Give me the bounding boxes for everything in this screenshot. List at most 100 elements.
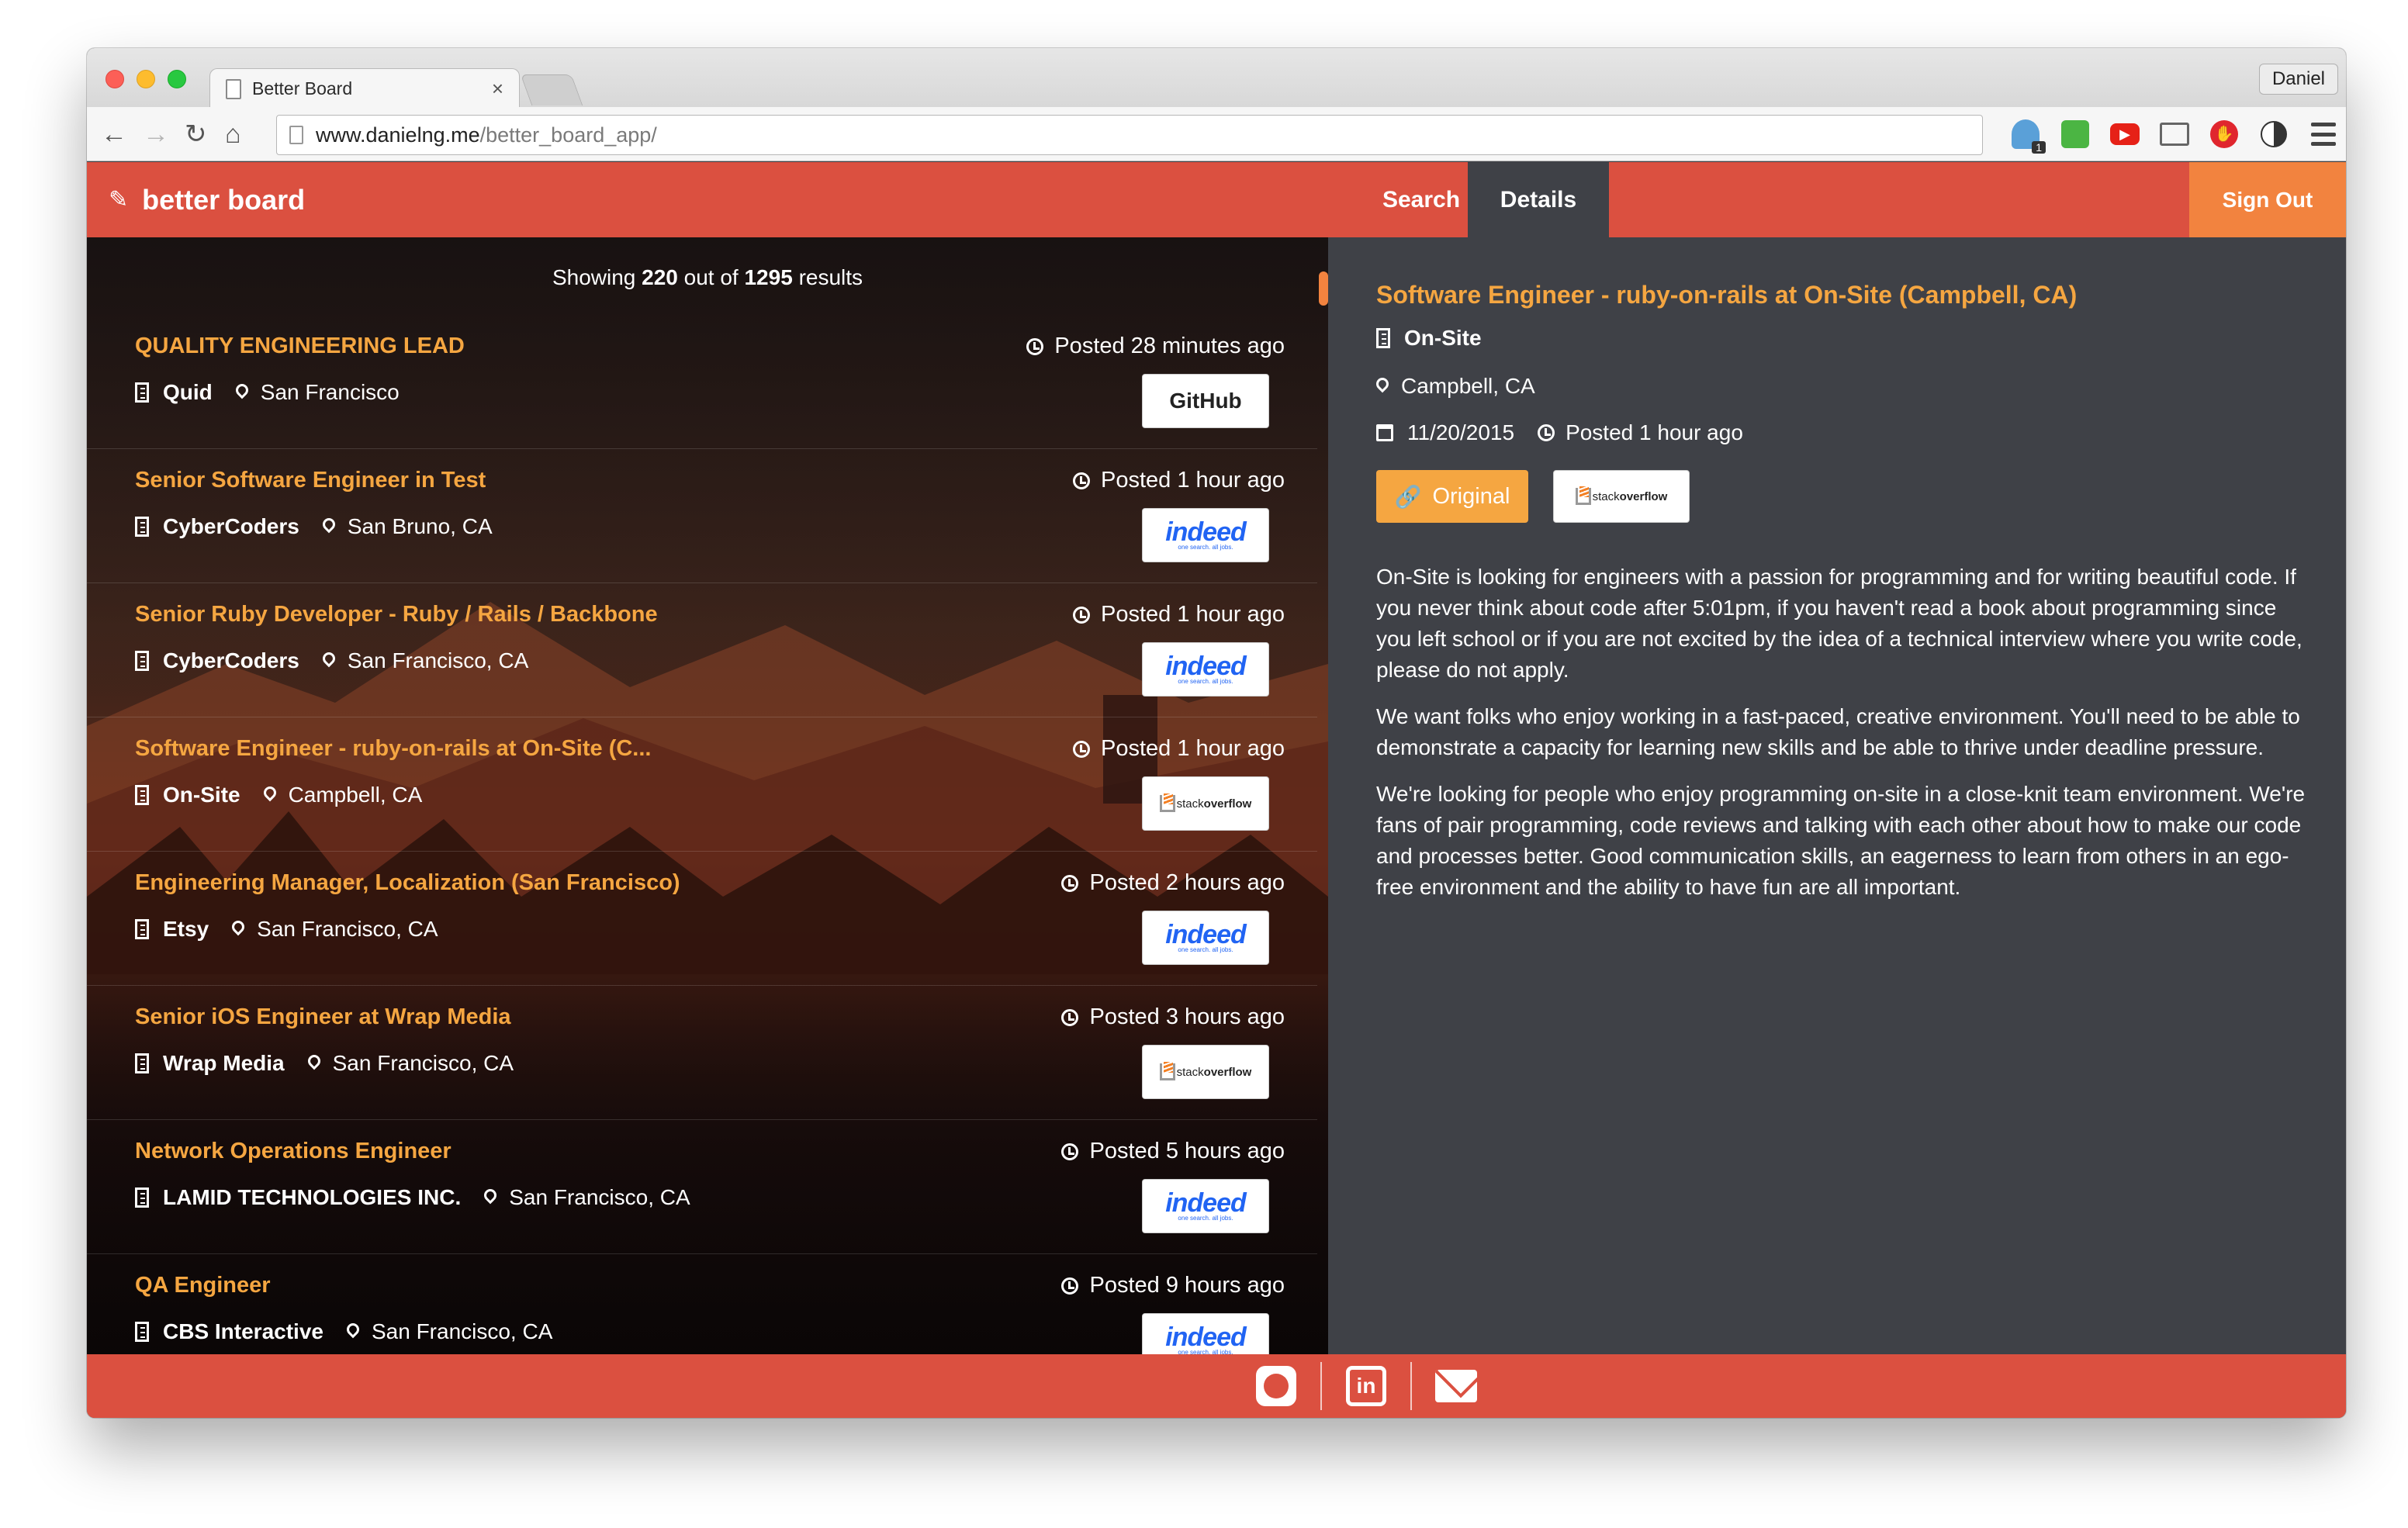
github-icon[interactable] [1255, 1365, 1297, 1407]
home-icon[interactable]: ⌂ [225, 116, 241, 152]
so-wordmark-bold: overflow [1619, 489, 1668, 503]
email-icon[interactable] [1435, 1365, 1477, 1407]
indeed-logo: indeed [1165, 1322, 1247, 1352]
indeed-tagline: one search. all jobs. [1178, 1214, 1233, 1222]
map-pin-icon [344, 1320, 362, 1339]
job-list-item[interactable]: Network Operations Engineer Posted 5 hou… [87, 1120, 1317, 1254]
job-title[interactable]: Engineering Manager, Localization (San F… [135, 870, 680, 896]
address-bar[interactable]: www.danielng.me/better_board_app/ [276, 115, 1983, 155]
job-title[interactable]: Senior Ruby Developer - Ruby / Rails / B… [135, 602, 658, 627]
detail-location: Campbell, CA [1401, 374, 1535, 398]
source-badge-indeed[interactable]: indeed one search. all jobs. [1142, 1313, 1269, 1354]
job-title[interactable]: QA Engineer [135, 1273, 271, 1298]
source-badge-indeed[interactable]: indeed one search. all jobs. [1142, 1179, 1269, 1233]
reload-icon[interactable]: ↻ [185, 116, 207, 152]
tab-title: Better Board [252, 78, 353, 99]
stackoverflow-logo: stack overflow [1575, 486, 1668, 505]
hamburger-menu-icon[interactable] [2306, 116, 2341, 152]
posted-text: Posted 9 hours ago [1089, 1273, 1285, 1298]
print-extension-icon[interactable] [2057, 116, 2093, 152]
github-logo: GitHub [1169, 389, 1242, 413]
clock-icon [1072, 740, 1090, 758]
back-arrow-icon[interactable]: ← [101, 116, 127, 152]
job-posted: Posted 9 hours ago [1061, 1273, 1285, 1298]
indeed-tagline: one search. all jobs. [1178, 945, 1233, 953]
source-badge-indeed[interactable]: indeed one search. all jobs. [1142, 642, 1269, 697]
company-name: LAMID TECHNOLOGIES INC. [163, 1185, 462, 1209]
results-suffix: results [798, 265, 863, 289]
new-tab-button[interactable] [520, 74, 583, 105]
close-tab-icon[interactable]: × [492, 77, 503, 101]
building-icon [1376, 328, 1390, 348]
building-icon [135, 785, 149, 805]
tab-strip: Better Board × Daniel [87, 48, 2346, 109]
extension-icons: 1 ▶ ✋ [2008, 116, 2341, 154]
posted-text: Posted 28 minutes ago [1054, 334, 1285, 358]
detail-company-row: On-Site [1376, 326, 1482, 351]
sign-out-button[interactable]: Sign Out [2189, 162, 2346, 237]
building-icon [135, 1322, 149, 1342]
job-list-item[interactable]: Software Engineer - ruby-on-rails at On-… [87, 717, 1317, 852]
company-name: Etsy [163, 917, 209, 941]
results-middle: out of [683, 265, 739, 289]
clock-icon [1072, 606, 1090, 624]
job-posted: Posted 3 hours ago [1061, 1004, 1285, 1030]
brand[interactable]: ✎ better board [109, 162, 305, 237]
profile-button[interactable]: Daniel [2258, 64, 2338, 95]
job-location: San Francisco, CA [347, 648, 529, 672]
results-summary: Showing 220 out of 1295 results [87, 265, 1328, 290]
job-title[interactable]: QUALITY ENGINEERING LEAD [135, 334, 465, 359]
job-location: San Francisco, CA [257, 917, 438, 941]
zoom-window-button[interactable] [168, 70, 186, 88]
job-title[interactable]: Network Operations Engineer [135, 1139, 452, 1164]
source-badge-github[interactable]: GitHub [1142, 374, 1269, 428]
job-list-item[interactable]: QUALITY ENGINEERING LEAD Posted 28 minut… [87, 315, 1317, 449]
dark-mode-extension-icon[interactable] [2256, 116, 2292, 152]
source-badge-indeed[interactable]: indeed one search. all jobs. [1142, 508, 1269, 562]
so-wordmark-bold: overflow [1203, 797, 1252, 811]
company-name: Quid [163, 380, 213, 404]
job-location: Campbell, CA [288, 783, 423, 807]
job-location: San Francisco, CA [371, 1319, 553, 1343]
clock-icon [1072, 472, 1090, 489]
job-location: San Francisco [260, 380, 400, 404]
detail-source-badge-stackoverflow[interactable]: stack overflow [1553, 470, 1690, 523]
source-badge-stackoverflow[interactable]: stack overflow [1142, 1045, 1269, 1099]
job-title[interactable]: Software Engineer - ruby-on-rails at On-… [135, 736, 651, 762]
source-badge-indeed[interactable]: indeed one search. all jobs. [1142, 911, 1269, 965]
minimize-window-button[interactable] [137, 70, 155, 88]
browser-tab[interactable]: Better Board × [209, 68, 520, 109]
youtube-extension-icon[interactable]: ▶ [2107, 116, 2143, 152]
job-list-item[interactable]: Senior Software Engineer in Test Posted … [87, 449, 1317, 583]
cast-icon[interactable] [2157, 116, 2192, 152]
job-detail-panel: Software Engineer - ruby-on-rails at On-… [1328, 237, 2346, 1354]
job-meta: LAMID TECHNOLOGIES INC. San Francisco, C… [135, 1185, 690, 1210]
adblock-extension-icon[interactable]: ✋ [2206, 116, 2242, 152]
job-location: San Francisco, CA [332, 1051, 514, 1075]
forward-arrow-icon[interactable]: → [143, 116, 169, 152]
job-list-item[interactable]: Senior iOS Engineer at Wrap Media Posted… [87, 986, 1317, 1120]
job-list: QUALITY ENGINEERING LEAD Posted 28 minut… [87, 315, 1317, 1354]
posted-text: Posted 1 hour ago [1100, 736, 1285, 761]
so-wordmark-light: stack [1176, 1065, 1204, 1079]
page-icon [289, 126, 303, 144]
ghostery-extension-icon[interactable]: 1 [2008, 116, 2046, 154]
url-host: www.danielng.me [316, 123, 480, 147]
close-window-button[interactable] [106, 70, 124, 88]
job-posted: Posted 1 hour ago [1072, 736, 1285, 762]
indeed-tagline: one search. all jobs. [1178, 677, 1233, 685]
source-badge-stackoverflow[interactable]: stack overflow [1142, 776, 1269, 831]
clock-icon [1061, 1277, 1079, 1295]
original-link-button[interactable]: 🔗 Original [1376, 470, 1528, 523]
job-title[interactable]: Senior Software Engineer in Test [135, 468, 486, 493]
so-wordmark-bold: overflow [1203, 1065, 1252, 1079]
linkedin-icon[interactable]: in [1345, 1365, 1387, 1407]
job-list-item[interactable]: Engineering Manager, Localization (San F… [87, 852, 1317, 986]
posted-text: Posted 5 hours ago [1089, 1139, 1285, 1163]
job-list-item[interactable]: Senior Ruby Developer - Ruby / Rails / B… [87, 583, 1317, 717]
indeed-logo: indeed [1165, 919, 1247, 949]
indeed-logo: indeed [1165, 517, 1247, 547]
job-title[interactable]: Senior iOS Engineer at Wrap Media [135, 1004, 511, 1030]
job-list-item[interactable]: QA Engineer Posted 9 hours ago CBS Inter… [87, 1254, 1317, 1354]
nav-details[interactable]: Details [1468, 162, 1609, 237]
